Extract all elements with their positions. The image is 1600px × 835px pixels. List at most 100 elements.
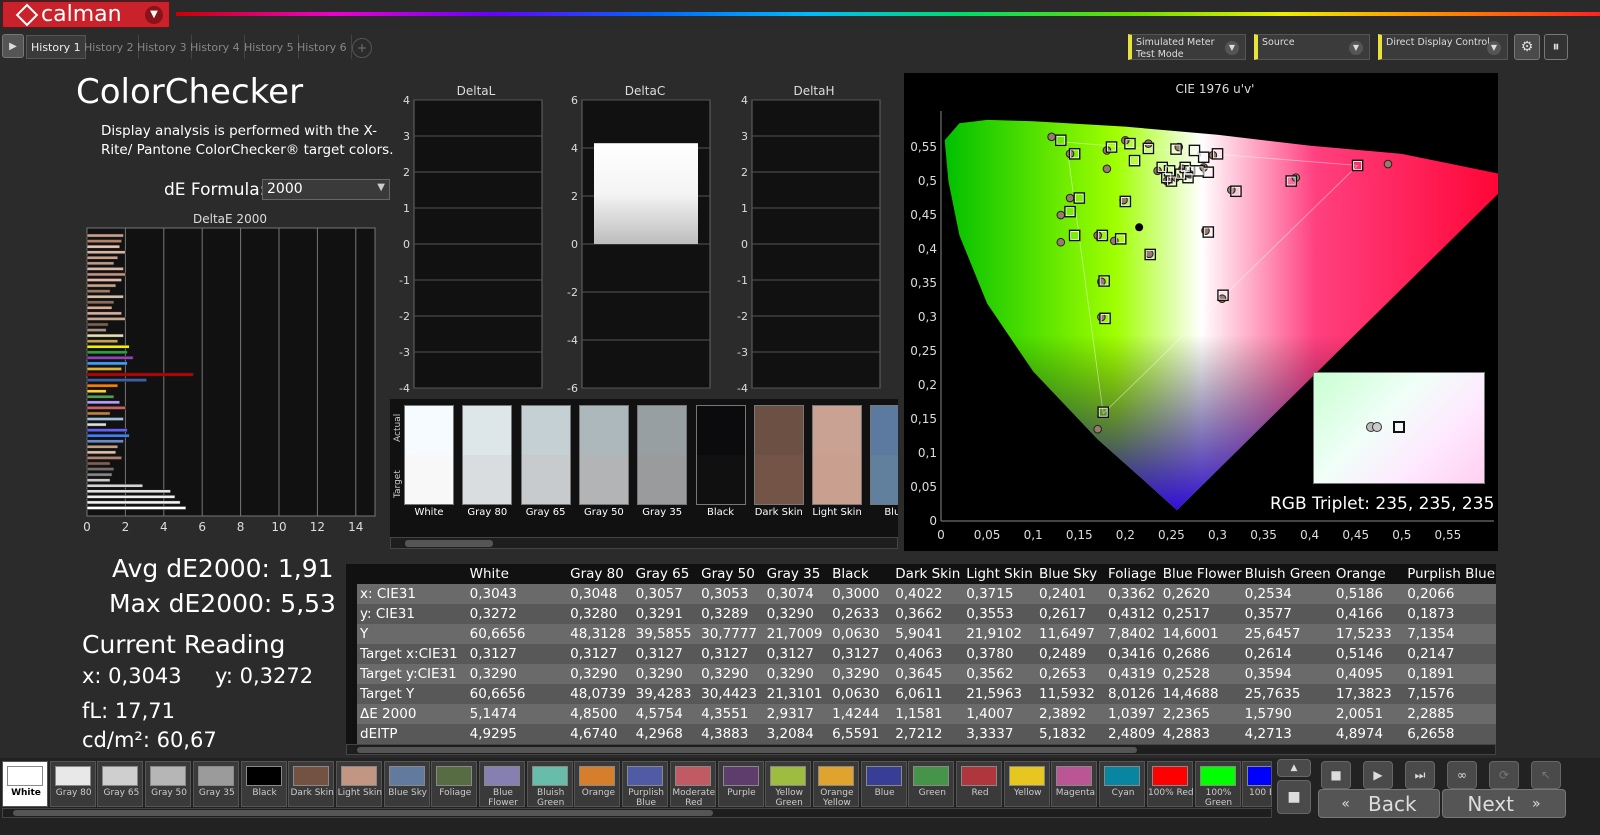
actual-point — [1047, 132, 1056, 142]
swatch-color — [913, 766, 950, 786]
tab-history-6[interactable]: History 6 — [293, 35, 352, 59]
deltae-bar — [86, 422, 107, 427]
bottom-swatch-orange-yellow[interactable]: Orange Yellow — [812, 761, 859, 808]
chevron-down-icon: ▼ — [1487, 41, 1501, 55]
refresh-icon[interactable]: ⟳ — [1489, 761, 1519, 789]
swatch-color — [1104, 766, 1141, 786]
table-cell: 0,3048 — [567, 584, 633, 604]
scroll-thumb[interactable] — [405, 540, 493, 547]
table-cell: 0,0630 — [829, 624, 893, 644]
bottom-swatch-bluish-green[interactable]: Bluish Green — [526, 761, 573, 808]
actual-label: Actual — [393, 413, 403, 442]
deltae-chart: 0 2 4 6 8 10 12 14 — [83, 227, 376, 534]
scroll-thumb[interactable] — [357, 747, 1137, 753]
table-cell: 0,2653 — [1036, 664, 1106, 684]
bottom-swatch-gray-65[interactable]: Gray 65 — [97, 761, 144, 807]
tab-history-2[interactable]: History 2 — [80, 35, 139, 59]
table-cell: 11,5932 — [1036, 684, 1106, 704]
swatch-name: Yellow — [1013, 788, 1042, 798]
x-tick-label: 0,3 — [1208, 528, 1227, 542]
table-cell: 60,6656 — [466, 684, 568, 704]
panel-handle-icon[interactable]: ⏸ — [1544, 34, 1568, 60]
deltae-bar — [86, 239, 122, 243]
table-cell: 0,2401 — [1036, 584, 1106, 604]
tab-history-4[interactable]: History 4 — [186, 35, 245, 59]
display-control-dropdown[interactable]: Direct Display Control ▼ — [1378, 34, 1508, 60]
deltae-bar — [86, 495, 176, 499]
bottom-swatch-yellow[interactable]: Yellow — [1003, 761, 1050, 807]
table-row: y: CIE31 0,3272 0,3280 0,3291 0,3289 0,3290 0,… — [346, 604, 1496, 624]
swatch-label: Black — [706, 507, 735, 518]
bottom-swatch-cyan[interactable]: Cyan — [1099, 761, 1146, 807]
bottom-swatch-yellow-green[interactable]: Yellow Green — [765, 761, 812, 808]
bottom-swatch-gray-50[interactable]: Gray 50 — [145, 761, 192, 807]
bottom-swatch-blue-sky[interactable]: Blue Sky — [383, 761, 430, 807]
continuous-icon[interactable]: ∞ — [1447, 761, 1477, 789]
table-cell: 0,2489 — [1036, 644, 1106, 664]
table-cell: 0,1891 — [1404, 664, 1496, 684]
table-cell: 0,3000 — [829, 584, 893, 604]
table-cell: 5,1832 — [1036, 724, 1106, 744]
x-tick-label: 0,45 — [1342, 528, 1369, 542]
source-dropdown[interactable]: Source ▼ — [1254, 34, 1370, 60]
play-icon[interactable]: ▶ — [2, 34, 24, 58]
swatch-color — [102, 766, 139, 786]
max-de: Max dE2000: 5,53 — [109, 589, 336, 618]
bottom-swatch-magenta[interactable]: Magenta — [1051, 761, 1098, 807]
read-series-icon[interactable]: ⏭ — [1405, 761, 1435, 789]
bottom-swatch-purple[interactable]: Purple — [717, 761, 764, 807]
table-scrollbar[interactable] — [346, 744, 1496, 755]
y-tick-label: -4 — [399, 382, 410, 392]
table-cell: 2,2365 — [1159, 704, 1242, 724]
tab-history-1[interactable]: History 1 — [26, 35, 86, 59]
tab-history-3[interactable]: History 3 — [133, 35, 192, 59]
bottom-swatch-blue[interactable]: Blue — [860, 761, 907, 807]
tab-history-5[interactable]: History 5 — [240, 35, 299, 59]
calman-logo[interactable]: calman ▼ — [2, 1, 170, 28]
chevron-up-icon[interactable]: ▲ — [1277, 759, 1311, 777]
stop-icon[interactable]: ■ — [1277, 780, 1311, 814]
row-marker — [346, 664, 357, 684]
meter-dropdown[interactable]: Simulated Meter Test Mode ▼ — [1128, 34, 1246, 60]
table-cell: 6,0611 — [892, 684, 964, 704]
bottom-swatch-100-blu[interactable]: 100 Blu — [1242, 761, 1272, 807]
double-chevron-left-icon: « — [1341, 795, 1350, 812]
bottom-swatch-white[interactable]: White — [2, 761, 48, 807]
scroll-thumb[interactable] — [13, 810, 713, 816]
swatch-scrollbar[interactable] — [390, 537, 898, 549]
bottom-swatch-foliage[interactable]: Foliage — [431, 761, 478, 807]
bottom-swatch-orange[interactable]: Orange — [574, 761, 621, 807]
bottom-swatch-100-red[interactable]: 100% Red — [1146, 761, 1194, 807]
bottom-swatch-purplish-blue[interactable]: Purplish Blue — [622, 761, 669, 808]
deltae-bar — [86, 339, 118, 343]
bottom-swatch-dark-skin[interactable]: Dark Skin — [288, 761, 335, 807]
bottom-swatch-red[interactable]: Red — [956, 761, 1002, 807]
swatch-color — [340, 766, 377, 786]
back-button[interactable]: « Back — [1318, 789, 1440, 818]
y-tick-label: 2 — [571, 190, 578, 203]
swatch-name: Dark Skin — [290, 788, 334, 798]
table-cell: 0,2617 — [1036, 604, 1106, 624]
table-cell: 21,5963 — [963, 684, 1036, 704]
add-tab-button[interactable]: + — [352, 38, 372, 58]
actual-point — [1056, 210, 1066, 220]
swatch-label: Gray 50 — [583, 507, 624, 518]
gear-icon[interactable]: ⚙ — [1514, 34, 1540, 60]
bottom-swatch-black[interactable]: Black — [240, 761, 287, 807]
bottom-swatch-100-green[interactable]: 100% Green — [1194, 761, 1241, 808]
bottom-swatch-blue-flower[interactable]: Blue Flower — [479, 761, 525, 808]
next-button[interactable]: Next » — [1442, 789, 1566, 818]
bottom-swatch-moderate-red[interactable]: Moderate Red — [669, 761, 716, 808]
stop-measure-icon[interactable]: ■ — [1321, 761, 1351, 789]
bottom-swatch-green[interactable]: Green — [908, 761, 955, 807]
bottom-swatch-light-skin[interactable]: Light Skin — [335, 761, 382, 807]
swatch-strip-scrollbar[interactable] — [2, 808, 1272, 818]
bottom-swatch-gray-35[interactable]: Gray 35 — [192, 761, 239, 807]
bottom-swatch-gray-80[interactable]: Gray 80 — [49, 761, 96, 807]
x-tick-label: 0 — [937, 528, 945, 542]
logo-text: calman — [41, 2, 122, 27]
play-icon[interactable]: ▶ — [1363, 761, 1393, 789]
formula-select[interactable]: 2000 ▼ — [262, 179, 390, 200]
chevron-down-icon[interactable]: ▼ — [145, 5, 163, 24]
pointer-icon[interactable]: ↖ — [1531, 761, 1561, 789]
